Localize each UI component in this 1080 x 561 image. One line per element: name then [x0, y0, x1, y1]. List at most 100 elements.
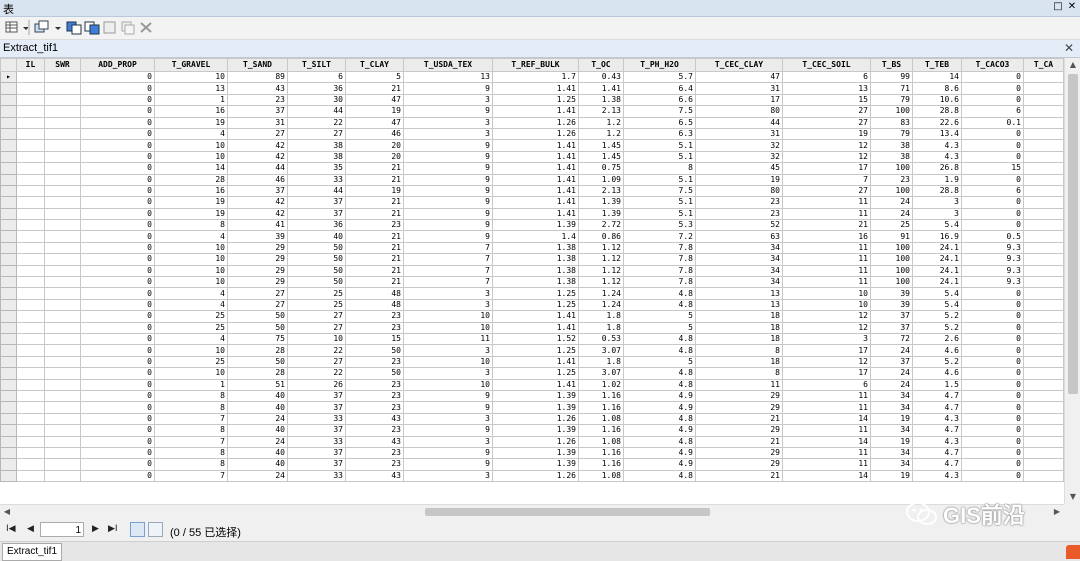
table-cell[interactable]: 0: [961, 139, 1024, 152]
row-selector[interactable]: [0, 412, 17, 426]
table-cell[interactable]: 1.08: [578, 435, 624, 448]
table-cell[interactable]: 7: [403, 276, 493, 289]
table-cell[interactable]: 0: [961, 287, 1024, 300]
table-cell[interactable]: 0: [961, 173, 1024, 186]
table-cell[interactable]: 1.02: [578, 378, 624, 391]
table-cell[interactable]: 9: [403, 401, 493, 414]
table-cell[interactable]: 37: [287, 196, 346, 209]
table-cell[interactable]: 34: [695, 276, 783, 289]
table-cell[interactable]: [16, 184, 45, 198]
table-row[interactable]: 0 10 28 22 50 3 1.25 3.07 4.8 8 17 24 4.6 0: [0, 344, 1064, 357]
table-cell[interactable]: 39: [870, 298, 913, 312]
table-cell[interactable]: 23: [695, 207, 783, 221]
table-cell[interactable]: 38: [287, 139, 346, 152]
table-cell[interactable]: 21: [345, 196, 404, 209]
table-cell[interactable]: 33: [287, 435, 346, 448]
table-row[interactable]: 0 25 50 27 23 10 1.41 1.8 5 18 12 37 5.2 0: [0, 321, 1064, 335]
column-header[interactable]: T_CLAY: [345, 58, 404, 72]
table-cell[interactable]: 29: [227, 253, 288, 266]
table-cell[interactable]: [16, 321, 45, 335]
table-cell[interactable]: [1023, 469, 1064, 483]
table-cell[interactable]: 5.4: [912, 219, 962, 232]
table-cell[interactable]: 50: [227, 321, 288, 335]
table-cell[interactable]: 37: [287, 424, 346, 437]
table-cell[interactable]: 38: [287, 150, 346, 164]
table-cell[interactable]: 13: [782, 82, 871, 95]
table-cell[interactable]: 16: [154, 105, 228, 118]
table-cell[interactable]: 100: [870, 184, 913, 198]
row-selector[interactable]: [0, 230, 17, 243]
table-cell[interactable]: 4: [154, 230, 228, 243]
table-cell[interactable]: 7: [154, 469, 228, 483]
table-cell[interactable]: [16, 93, 45, 107]
table-cell[interactable]: 46: [345, 127, 404, 141]
row-selector[interactable]: ▸: [0, 70, 17, 84]
table-cell[interactable]: 1.41: [492, 82, 579, 95]
table-cell[interactable]: 4.7: [912, 401, 962, 414]
table-cell[interactable]: 79: [870, 93, 913, 107]
row-selector[interactable]: [0, 344, 17, 357]
table-row[interactable]: 0 19 42 37 21 9 1.41 1.39 5.1 23 11 24 3 0: [0, 207, 1064, 221]
table-cell[interactable]: 2.13: [578, 184, 624, 198]
table-cell[interactable]: 23: [345, 219, 404, 232]
table-cell[interactable]: [16, 253, 45, 266]
table-cell[interactable]: [16, 378, 45, 391]
row-selector[interactable]: [0, 207, 17, 221]
table-cell[interactable]: [1023, 173, 1064, 186]
row-selector[interactable]: [0, 367, 17, 380]
table-cell[interactable]: 4.9: [623, 401, 696, 414]
table-cell[interactable]: 1.9: [912, 173, 962, 186]
table-cell[interactable]: [16, 162, 45, 175]
table-cell[interactable]: 29: [695, 424, 783, 437]
table-cell[interactable]: 10: [154, 70, 228, 84]
table-cell[interactable]: 17: [695, 93, 783, 107]
table-cell[interactable]: 11: [403, 332, 493, 346]
table-cell[interactable]: 6.5: [623, 116, 696, 129]
table-cell[interactable]: [44, 401, 81, 414]
row-selector[interactable]: [0, 287, 17, 300]
table-cell[interactable]: [1023, 310, 1064, 323]
table-cell[interactable]: 0: [961, 310, 1024, 323]
table-cell[interactable]: [16, 389, 45, 403]
table-cell[interactable]: 4.9: [623, 446, 696, 460]
table-cell[interactable]: [1023, 184, 1064, 198]
table-cell[interactable]: 100: [870, 162, 913, 175]
column-header[interactable]: T_SILT: [287, 58, 346, 72]
row-selector[interactable]: [0, 276, 17, 289]
table-cell[interactable]: 21: [345, 253, 404, 266]
table-cell[interactable]: [1023, 355, 1064, 369]
table-cell[interactable]: 1.41: [492, 173, 579, 186]
table-cell[interactable]: 4.7: [912, 424, 962, 437]
table-cell[interactable]: [16, 276, 45, 289]
table-cell[interactable]: [16, 446, 45, 460]
table-cell[interactable]: 10: [154, 367, 228, 380]
table-cell[interactable]: 17: [782, 344, 871, 357]
table-cell[interactable]: 37: [870, 310, 913, 323]
table-cell[interactable]: 13: [695, 298, 783, 312]
table-cell[interactable]: [1023, 298, 1064, 312]
table-cell[interactable]: [16, 458, 45, 471]
table-cell[interactable]: 10: [154, 276, 228, 289]
table-cell[interactable]: 40: [227, 458, 288, 471]
table-cell[interactable]: 0: [80, 378, 155, 391]
table-cell[interactable]: [1023, 367, 1064, 380]
table-cell[interactable]: 1.41: [578, 82, 624, 95]
table-cell[interactable]: 10: [154, 241, 228, 255]
table-cell[interactable]: 24: [227, 435, 288, 448]
table-cell[interactable]: 42: [227, 139, 288, 152]
table-cell[interactable]: 8: [154, 389, 228, 403]
table-cell[interactable]: [16, 344, 45, 357]
table-cell[interactable]: 45: [695, 162, 783, 175]
table-cell[interactable]: [1023, 332, 1064, 346]
table-cell[interactable]: 21: [695, 435, 783, 448]
table-row[interactable]: 0 8 40 37 23 9 1.39 1.16 4.9 29 11 34 4.7 0: [0, 446, 1064, 460]
delete-selected-icon[interactable]: [138, 20, 154, 35]
column-header[interactable]: T_BS: [870, 58, 913, 72]
column-header[interactable]: SWR: [44, 58, 81, 72]
table-cell[interactable]: 0: [80, 105, 155, 118]
table-cell[interactable]: 12: [782, 355, 871, 369]
table-cell[interactable]: [44, 150, 81, 164]
table-cell[interactable]: [44, 276, 81, 289]
table-cell[interactable]: 1.16: [578, 424, 624, 437]
table-cell[interactable]: 1.38: [492, 264, 579, 278]
